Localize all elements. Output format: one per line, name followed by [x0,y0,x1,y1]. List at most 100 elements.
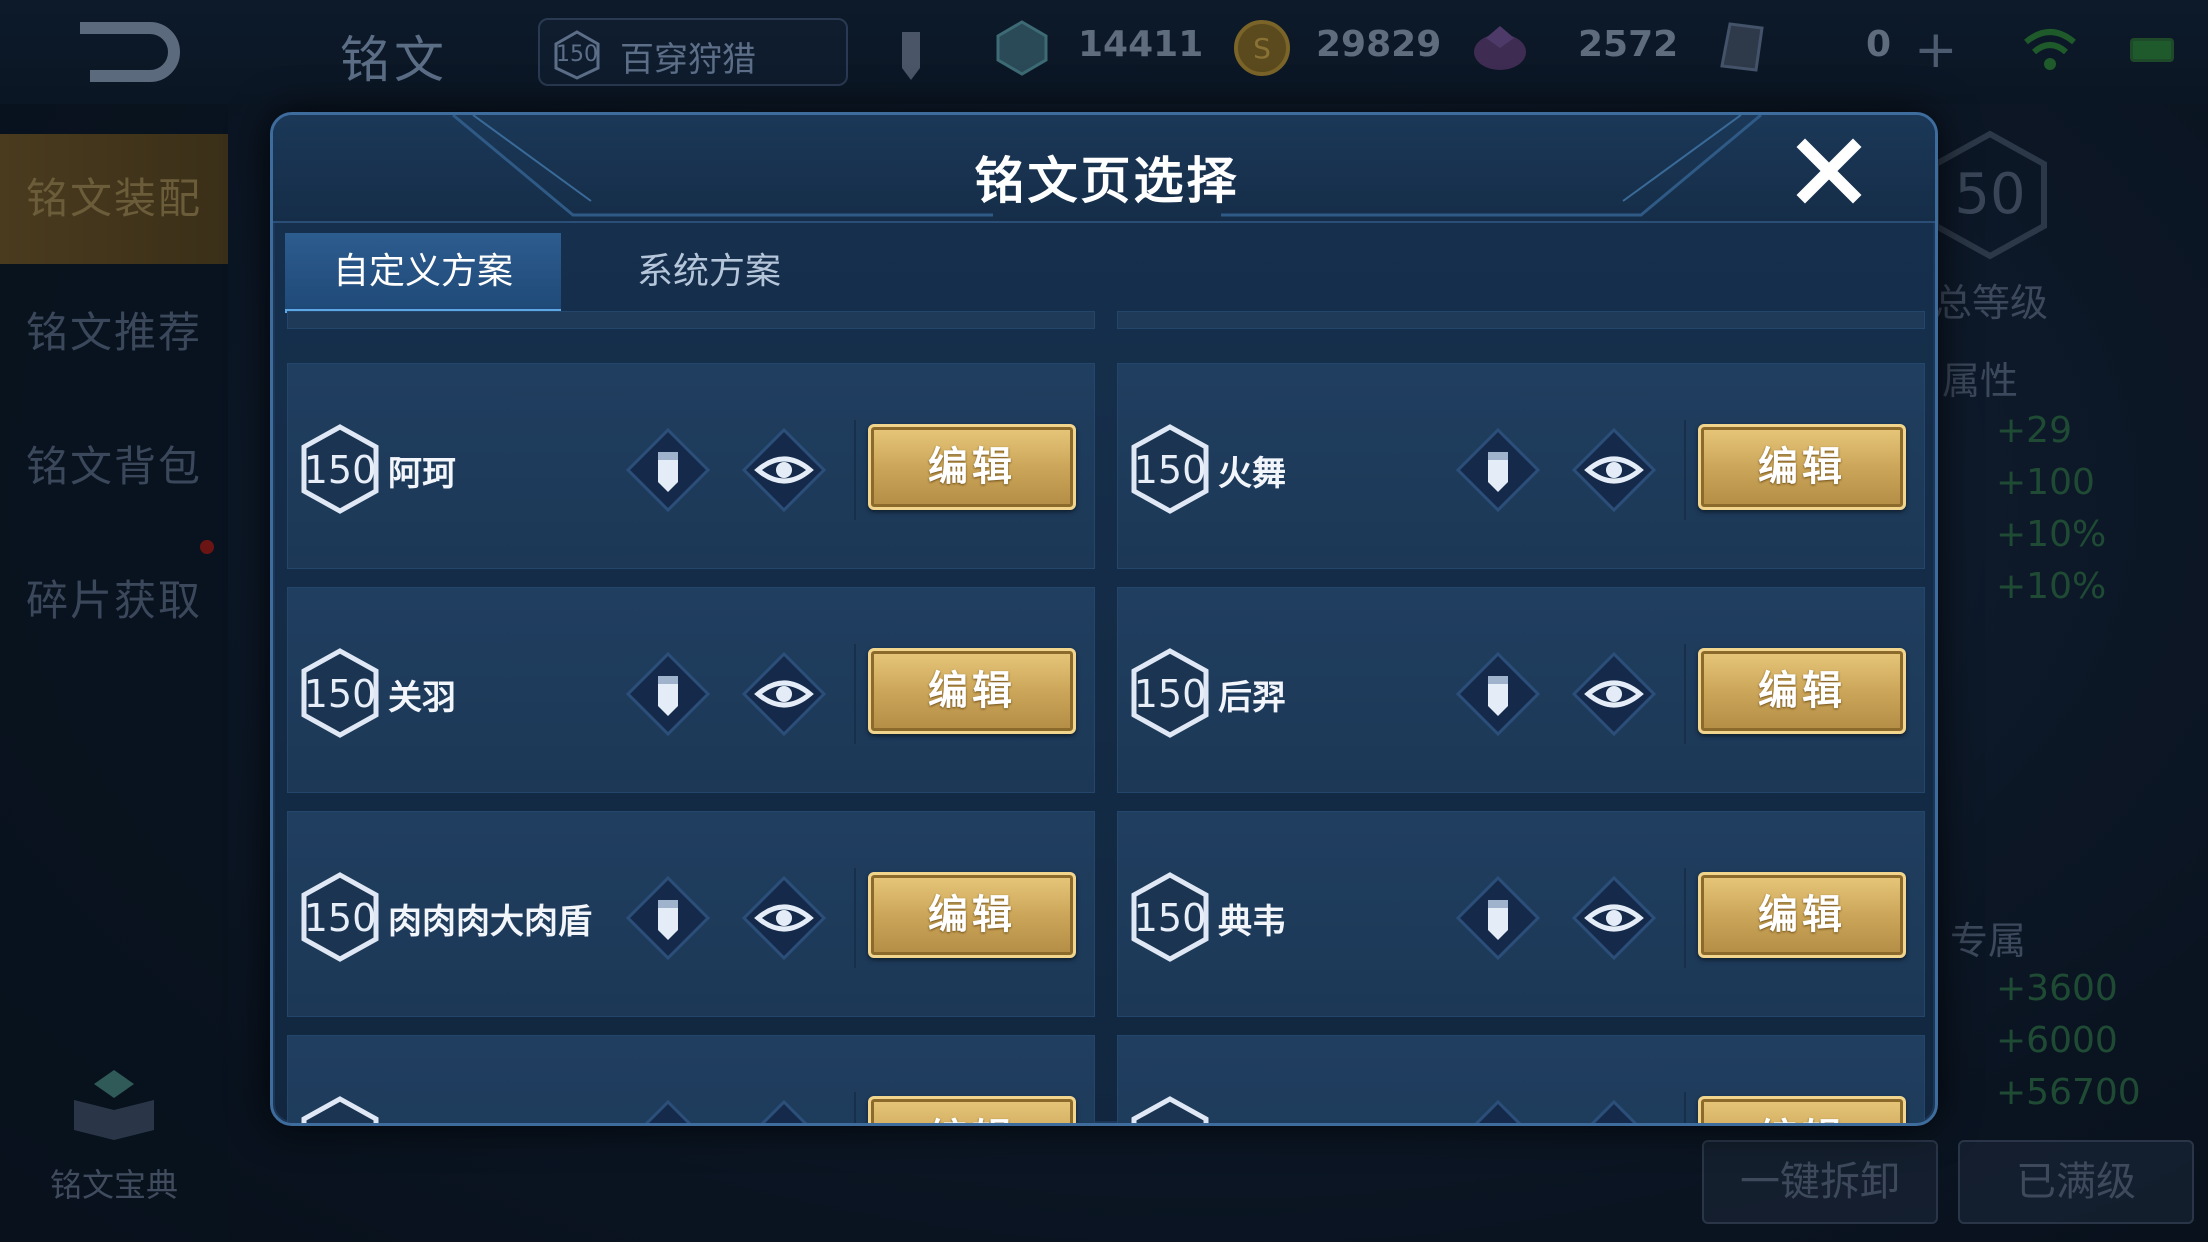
pencil-icon[interactable] [624,1098,712,1126]
edit-button[interactable]: 编辑 [868,1096,1076,1123]
back-icon[interactable] [70,16,190,86]
gem-count: 2572 [1578,24,1679,65]
eye-icon[interactable] [740,650,828,738]
page-title: 铭文 [340,31,448,89]
battery-icon [2130,38,2174,62]
pencil-icon[interactable] [1454,426,1542,514]
level-badge: 150 [1130,648,1210,738]
attr-label: 属性 [1942,359,2019,403]
book-icon[interactable] [64,1060,164,1150]
close-icon[interactable] [1793,135,1865,207]
sidebar-item-recommend[interactable]: 铭文推荐 [0,268,228,398]
divider [854,644,856,744]
level-badge: 150 [300,1096,380,1123]
rune-page-item[interactable]: 150 肉肉肉大肉盾 编辑 [287,811,1095,1017]
sidebar-item-fragments[interactable]: 碎片获取 [0,536,228,666]
eye-icon[interactable] [1570,874,1658,962]
fragment-count: 0 [1866,24,1892,65]
fragment-icon [1720,22,1764,72]
page-name: 火舞 [1218,454,1286,494]
eye-icon[interactable] [1570,1098,1658,1126]
pencil-icon[interactable] [624,874,712,962]
rune-page-item[interactable]: 150 火舞 编辑 [1117,363,1925,569]
mode-label: 百穿狩猎 [620,40,756,80]
list-item-partial [1117,311,1925,329]
exclusive-value: +56700 [1996,1072,2141,1113]
divider [1684,644,1686,744]
eye-icon[interactable] [740,426,828,514]
page-name: 肉肉肉大肉盾 [388,902,592,942]
attr-value: +10% [1996,566,2107,607]
tab-system[interactable]: 系统方案 [571,233,847,313]
notification-dot [200,540,214,554]
pencil-icon[interactable] [624,426,712,514]
level-value: 150 [1130,1120,1210,1123]
pencil-icon [902,32,920,80]
eye-icon[interactable] [740,874,828,962]
crystal-count: 14411 [1078,24,1204,65]
divider [854,868,856,968]
edit-button[interactable]: 编辑 [1698,872,1906,958]
page-name: 关羽 [388,678,456,718]
level-badge: 150 [300,648,380,738]
sidebar-item-bag[interactable]: 铭文背包 [0,402,228,532]
tab-custom[interactable]: 自定义方案 [285,233,561,313]
pencil-icon[interactable] [1454,874,1542,962]
edit-button[interactable]: 编辑 [868,648,1076,734]
level-badge: 150 [1130,1096,1210,1123]
codex-label[interactable]: 铭文宝典 [0,1160,228,1206]
dismantle-all-button[interactable]: 一键拆卸 [1702,1140,1938,1224]
eye-icon[interactable] [1570,650,1658,738]
page-name: 阿珂 [388,454,456,494]
edit-button[interactable]: 编辑 [1698,648,1906,734]
rune-page-list[interactable]: 150 阿珂 编辑 150 火舞 编辑 150 关羽 编辑 150 后羿 编辑 150 肉肉肉大肉盾 编辑 1… [287,311,1927,1126]
level-value: 150 [1133,672,1207,716]
level-badge: 150 [300,424,380,514]
total-level-value: 50 [1954,162,2026,227]
edit-button[interactable]: 编辑 [868,872,1076,958]
plus-icon[interactable]: + [1914,24,1958,76]
rune-page-item[interactable]: 150 猴 编辑 [1117,1035,1925,1126]
rune-page-item[interactable]: 150 关羽 编辑 [287,587,1095,793]
sidebar-item-equip[interactable]: 铭文装配 [0,134,228,264]
edit-button[interactable]: 编辑 [1698,424,1906,510]
level-value: 150 [303,672,377,716]
pencil-icon[interactable] [624,650,712,738]
level-badge: 150 [1130,872,1210,962]
wifi-icon [2024,29,2076,70]
exclusive-value: +6000 [1996,1020,2118,1061]
total-level-label: 总等级 [1934,281,2049,325]
gold-count: 29829 [1316,24,1442,65]
top-bar: 铭文 150 百穿狩猎 14411 S 29829 2572 0 + [0,0,2208,104]
total-level-text-wrap: 50 [1930,130,2050,260]
rune-page-item[interactable]: 150 阿珂 编辑 [287,363,1095,569]
screen: 铭文 150 百穿狩猎 14411 S 29829 2572 0 + 铭文装配 … [0,0,2208,1242]
exclusive-label: 专属 [1950,919,2027,963]
level-badge: 150 [552,30,602,80]
attr-value: +10% [1996,514,2107,555]
edit-button[interactable]: 编辑 [868,424,1076,510]
maxed-button[interactable]: 已满级 [1958,1140,2194,1224]
level-badge: 150 [300,872,380,962]
dialog-title: 铭文页选择 [974,152,1240,210]
pencil-icon[interactable] [1454,1098,1542,1126]
page-name: 典韦 [1218,902,1286,942]
eye-icon[interactable] [1570,426,1658,514]
level-value: 150 [303,896,377,940]
edit-button[interactable]: 编辑 [1698,1096,1906,1123]
rune-page-item[interactable]: 150 典韦 编辑 [1117,811,1925,1017]
mode-selector[interactable]: 150 百穿狩猎 [538,18,848,86]
divider [854,420,856,520]
eye-icon[interactable] [740,1098,828,1126]
divider [1684,1092,1686,1123]
attr-value: +100 [1996,462,2095,503]
svg-text:S: S [1253,32,1271,65]
rune-page-item[interactable]: 150 韩信 编辑 [287,1035,1095,1126]
level-value: 150 [1133,448,1207,492]
page-name: 猴 [1218,1118,1252,1123]
rune-page-item[interactable]: 150 后羿 编辑 [1117,587,1925,793]
pencil-icon[interactable] [1454,650,1542,738]
list-item-partial [287,311,1095,329]
level-value: 150 [1133,896,1207,940]
attr-value: +29 [1996,410,2072,451]
